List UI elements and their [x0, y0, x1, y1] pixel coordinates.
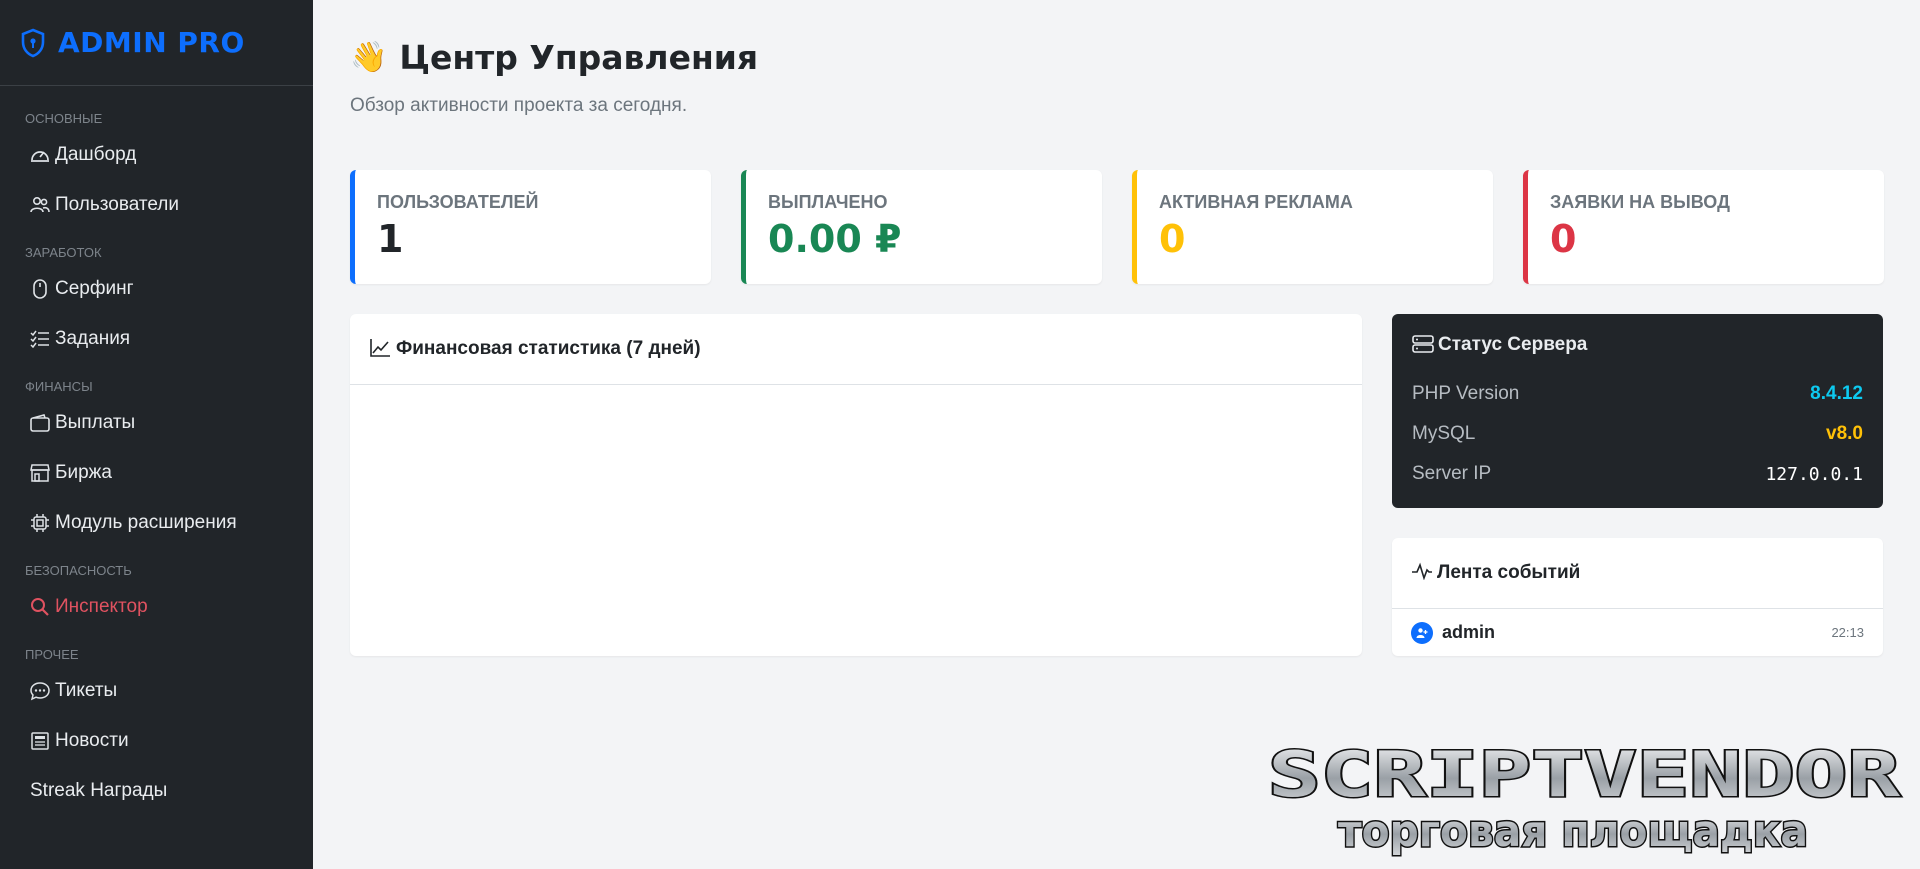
waving-hand-icon: 👋 — [350, 40, 388, 75]
brand[interactable]: ADMIN PRO — [0, 0, 313, 86]
server-row-label: Server IP — [1412, 463, 1492, 484]
stat-label: ВЫПЛАЧЕНО — [768, 192, 888, 212]
finance-stats-title: Финансовая статистика (7 дней) — [396, 338, 701, 359]
brand-name: ADMIN PRO — [58, 26, 245, 59]
activity-icon — [1411, 562, 1433, 584]
people-icon — [30, 195, 50, 215]
user-plus-icon — [1411, 621, 1433, 644]
sidebar-item-payouts[interactable]: Выплаты — [0, 398, 313, 448]
sidebar-nav: ОСНОВНЫЕ Дашборд Пользователи ЗАРАБОТОК … — [0, 86, 313, 816]
stat-card-users: ПОЛЬЗОВАТЕЛЕЙ 1 — [350, 170, 711, 284]
list-check-icon — [30, 329, 50, 349]
sidebar-item-streak-rewards[interactable]: Streak Награды — [0, 766, 313, 816]
sidebar-item-label: Модуль расширения — [55, 512, 237, 533]
event-user: admin — [1442, 622, 1496, 642]
stat-card-active-ads: АКТИВНАЯ РЕКЛАМА 0 — [1132, 170, 1493, 284]
section-title-other: ПРОЧЕЕ — [25, 647, 79, 662]
section-title-earnings: ЗАРАБОТОК — [25, 245, 102, 260]
sidebar-item-label: Тикеты — [55, 680, 118, 701]
sidebar-item-users[interactable]: Пользователи — [0, 180, 313, 230]
server-row-mysql: MySQL v8.0 — [1412, 414, 1863, 454]
mouse-icon — [30, 279, 50, 299]
sidebar-item-tasks[interactable]: Задания — [0, 314, 313, 364]
server-row-value: 127.0.0.1 — [1765, 463, 1863, 485]
svg-text:SCRIPTVENDOR: SCRIPTVENDOR — [1268, 740, 1901, 811]
sidebar-item-dashboard[interactable]: Дашборд — [0, 130, 313, 180]
sidebar: ADMIN PRO ОСНОВНЫЕ Дашборд Пользователи … — [0, 0, 313, 869]
stat-label: ЗАЯВКИ НА ВЫВОД — [1550, 192, 1730, 212]
svg-text:торговая площадка: торговая площадка — [1338, 806, 1808, 857]
sidebar-item-news[interactable]: Новости — [0, 716, 313, 766]
events-feed-title: Лента событий — [1437, 562, 1581, 583]
sidebar-item-inspector[interactable]: Инспектор — [0, 582, 313, 632]
server-row-php: PHP Version 8.4.12 — [1412, 374, 1863, 414]
server-row-ip: Server IP 127.0.0.1 — [1412, 454, 1863, 494]
sidebar-item-label: Streak Награды — [30, 780, 168, 801]
stat-value: 0 — [1550, 217, 1577, 261]
sidebar-item-label: Пользователи — [55, 194, 180, 215]
graph-up-icon — [369, 338, 391, 360]
sidebar-item-label: Серфинг — [55, 278, 134, 299]
sidebar-item-extension-module[interactable]: Модуль расширения — [0, 498, 313, 548]
stat-card-paid: ВЫПЛАЧЕНО 0.00 ₽ — [741, 170, 1102, 284]
stat-label: ПОЛЬЗОВАТЕЛЕЙ — [377, 192, 539, 212]
sidebar-item-label: Выплаты — [55, 412, 136, 433]
page-subtitle: Обзор активности проекта за сегодня. — [350, 95, 688, 116]
shield-icon — [20, 28, 48, 58]
server-icon — [1412, 335, 1434, 355]
cpu-icon — [30, 513, 50, 533]
page-header: 👋 Центр Управления Обзор активности прое… — [350, 0, 1883, 117]
sidebar-item-label: Биржа — [55, 462, 112, 483]
shop-icon — [30, 463, 50, 483]
events-feed-header: Лента событий — [1392, 538, 1883, 609]
page-title-text: Центр Управления — [399, 38, 759, 77]
speedometer-icon — [30, 145, 50, 165]
server-row-label: MySQL — [1412, 423, 1476, 444]
event-item[interactable]: admin 22:13 — [1392, 609, 1883, 656]
server-row-value: 8.4.12 — [1810, 383, 1863, 404]
server-row-label: PHP Version — [1412, 383, 1520, 404]
scriptvendor-watermark-logo: SCRIPTVENDOR торговая площадка — [1267, 740, 1903, 859]
sidebar-item-label: Дашборд — [55, 144, 137, 165]
chat-dots-icon — [30, 681, 50, 701]
server-status-card: Статус Сервера PHP Version 8.4.12 MySQL … — [1392, 314, 1883, 508]
stats-row: ПОЛЬЗОВАТЕЛЕЙ 1 ВЫПЛАЧЕНО 0.00 ₽ АКТИВНА… — [350, 170, 1884, 284]
stat-value: 1 — [377, 217, 404, 261]
events-feed-card: Лента событий admin 22:13 — [1392, 538, 1883, 656]
stat-value: 0.00 ₽ — [768, 217, 902, 261]
server-status-header: Статус Сервера — [1412, 334, 1863, 356]
sidebar-item-label: Задания — [55, 328, 131, 349]
wallet-icon — [30, 413, 50, 433]
finance-stats-card: Финансовая статистика (7 дней) — [350, 314, 1362, 656]
server-status-title: Статус Сервера — [1438, 334, 1588, 355]
sidebar-item-surfing[interactable]: Серфинг — [0, 264, 313, 314]
page-title: 👋 Центр Управления — [350, 38, 1883, 77]
sidebar-item-label: Инспектор — [55, 596, 148, 617]
finance-stats-header: Финансовая статистика (7 дней) — [350, 314, 1362, 385]
stat-value: 0 — [1159, 217, 1186, 261]
newspaper-icon — [30, 731, 50, 751]
event-time: 22:13 — [1831, 625, 1864, 640]
server-row-value: v8.0 — [1826, 423, 1863, 444]
search-icon — [30, 597, 50, 617]
sidebar-item-exchange[interactable]: Биржа — [0, 448, 313, 498]
section-title-security: БЕЗОПАСНОСТЬ — [25, 563, 132, 578]
section-title-main: ОСНОВНЫЕ — [25, 111, 103, 126]
sidebar-item-tickets[interactable]: Тикеты — [0, 666, 313, 716]
stat-card-withdrawal-requests: ЗАЯВКИ НА ВЫВОД 0 — [1523, 170, 1884, 284]
section-title-finance: ФИНАНСЫ — [25, 379, 93, 394]
stat-label: АКТИВНАЯ РЕКЛАМА — [1159, 192, 1353, 212]
sidebar-item-label: Новости — [55, 730, 129, 751]
